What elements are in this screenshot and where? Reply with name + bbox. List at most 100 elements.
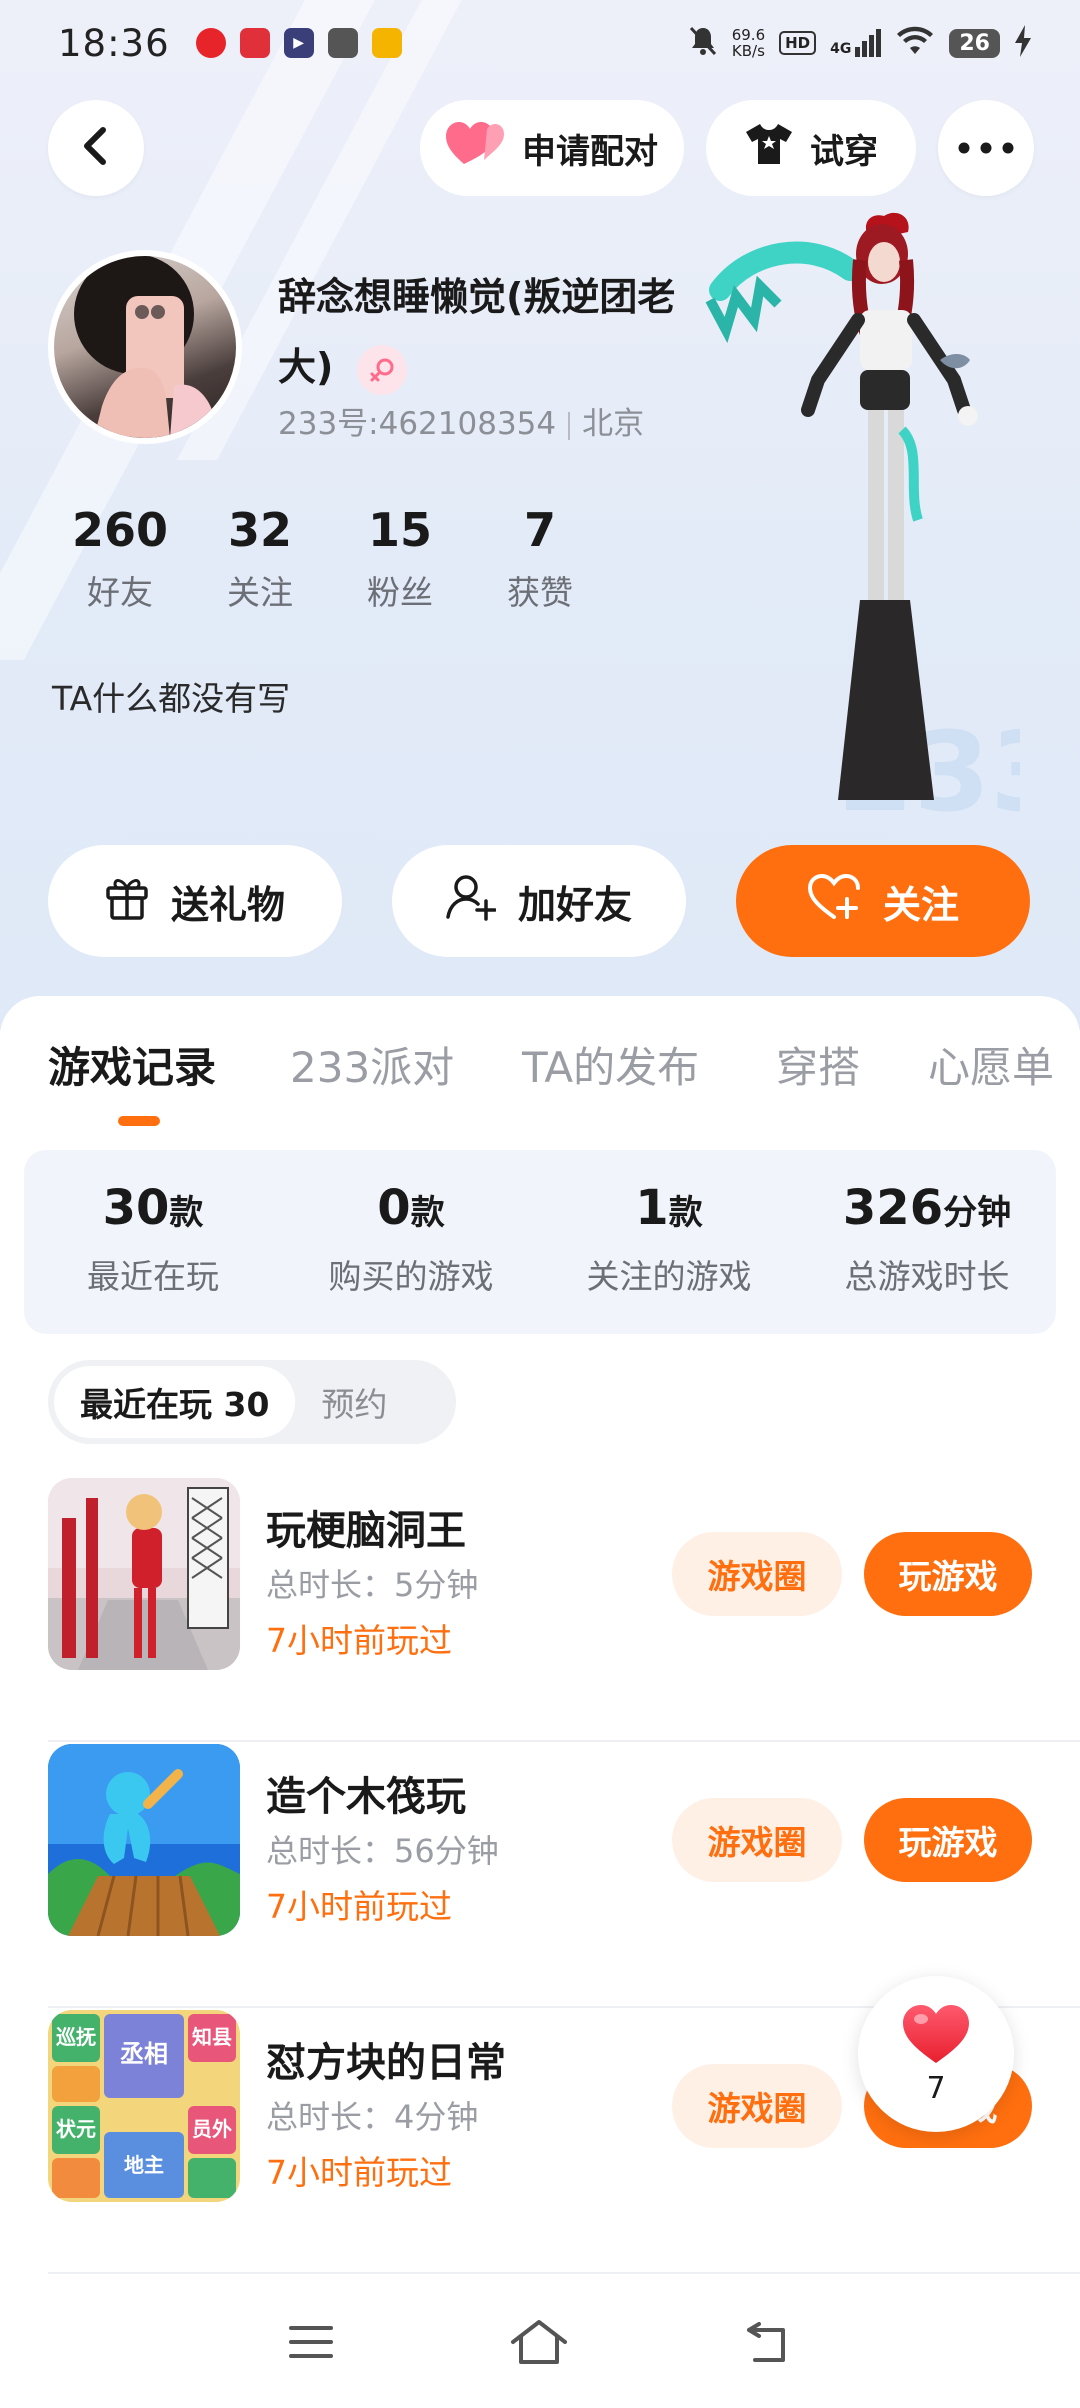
summary-unit: 分钟 (943, 1193, 1012, 1233)
game-list: 玩梗脑洞王 总时长：5分钟 7小时前玩过 游戏圈 玩游戏 造个木筏玩 总时长：5… (0, 1476, 1080, 2274)
game-circle-button[interactable]: 游戏圈 (672, 2064, 842, 2148)
signal-type: 4G (830, 41, 852, 57)
follow-label: 关注 (882, 882, 959, 927)
app-notification-icon (327, 28, 358, 58)
summary-label: 关注的游戏 (586, 1257, 752, 1296)
play-game-button[interactable]: 玩游戏 (864, 1532, 1032, 1616)
summary-unit: 款 (668, 1193, 703, 1233)
summary-unit: 款 (169, 1193, 204, 1233)
tile-label: 巡抚 (56, 2025, 96, 2049)
network-speed-unit: KB/s (731, 42, 765, 60)
hearts-icon (446, 120, 506, 177)
add-user-icon (446, 873, 497, 930)
stat-following[interactable]: 32 关注 (190, 500, 330, 614)
summary-purchased: 0款购买的游戏 (282, 1150, 540, 1334)
divider (568, 411, 571, 440)
profile-actions: 送礼物 加好友 关注 (48, 845, 1030, 957)
game-last-played: 7小时前玩过 (266, 2153, 452, 2192)
tab-outfits[interactable]: 穿搭 (776, 1034, 860, 1095)
heart-icon (901, 2003, 971, 2069)
game-circle-button[interactable]: 游戏圈 (672, 1798, 842, 1882)
gift-icon (105, 874, 149, 929)
summary-total-time: 326分钟总游戏时长 (798, 1150, 1056, 1334)
summary-recent: 30款最近在玩 (24, 1150, 282, 1334)
tile-label: 知县 (192, 2025, 232, 2049)
subtab-reserve[interactable]: 预约 (295, 1366, 413, 1438)
play-game-button[interactable]: 玩游戏 (864, 1798, 1032, 1882)
more-dots-icon (958, 139, 1014, 158)
tab-posts[interactable]: TA的发布 (522, 1034, 699, 1095)
summary-value: 1 (635, 1180, 669, 1236)
back-arrow-icon (81, 126, 111, 170)
game-icon (48, 1744, 240, 1936)
menu-icon[interactable] (287, 2322, 335, 2366)
charging-icon (1014, 25, 1032, 61)
game-last-played: 7小时前玩过 (266, 1887, 452, 1926)
home-icon[interactable] (509, 2318, 569, 2370)
avatar-character-3d[interactable]: 233 (690, 210, 1067, 840)
summary-value: 0 (377, 1180, 411, 1236)
like-count: 7 (926, 2070, 946, 2106)
heart-plus-icon (807, 873, 861, 930)
summary-label: 最近在玩 (87, 1257, 219, 1296)
follow-button[interactable]: 关注 (736, 845, 1030, 957)
game-playtime: 总时长：4分钟 (266, 2098, 479, 2136)
stat-value: 32 (227, 503, 292, 557)
stat-value: 15 (367, 503, 432, 557)
tile-label: 地主 (124, 2153, 164, 2177)
stat-likes[interactable]: 7 获赞 (470, 500, 610, 614)
game-playtime: 总时长：5分钟 (266, 1566, 479, 1604)
content-sheet: 游戏记录 233派对 TA的发布 穿搭 心愿单 30款 最近在玩 0款 购买的游戏 … (0, 996, 1080, 2408)
stat-label: 关注 (227, 573, 293, 612)
list-item[interactable]: 玩梗脑洞王 总时长：5分钟 7小时前玩过 游戏圈 玩游戏 (48, 1476, 1080, 1742)
list-item[interactable]: 造个木筏玩 总时长：56分钟 7小时前玩过 游戏圈 玩游戏 (48, 1742, 1080, 2008)
summary-value: 30 (102, 1180, 170, 1236)
add-friend-label: 加好友 (517, 882, 632, 927)
stat-fans[interactable]: 15 粉丝 (330, 500, 470, 614)
clock: 18:36 (58, 21, 170, 65)
hd-badge: HD (779, 31, 817, 55)
app-notification-icon (239, 28, 270, 58)
send-gift-button[interactable]: 送礼物 (48, 845, 342, 957)
add-friend-button[interactable]: 加好友 (392, 845, 686, 957)
more-options-button[interactable] (938, 100, 1034, 196)
system-nav-bar (0, 2280, 1080, 2408)
subtab-recent[interactable]: 最近在玩 30 (54, 1366, 296, 1438)
floating-like-button[interactable]: 7 (858, 1976, 1014, 2132)
tile-label: 状元 (56, 2117, 96, 2141)
summary-followed: 1款关注的游戏 (540, 1150, 798, 1334)
avatar[interactable] (48, 250, 242, 444)
app-notification-icon (195, 28, 226, 58)
game-circle-button[interactable]: 游戏圈 (672, 1532, 842, 1616)
game-title: 造个木筏玩 (266, 1774, 466, 1820)
summary-label: 总游戏时长 (844, 1257, 1010, 1296)
game-title: 玩梗脑洞王 (266, 1508, 466, 1554)
back-icon[interactable] (743, 2320, 793, 2368)
status-bar: 18:36 ▶ 69.6 KB/s HD 4G 26 (0, 0, 1080, 86)
user-bio: TA什么都没有写 (52, 679, 291, 718)
tab-game-records[interactable]: 游戏记录 (48, 1034, 216, 1095)
back-button[interactable] (48, 100, 144, 196)
user-name-text: 辞念想睡懒觉(叛逆团老大) (278, 275, 676, 389)
profile-stats: 260 好友 32 关注 15 粉丝 7 获赞 (50, 500, 610, 614)
game-icon: 巡抚 丞相 知县 状元 员外 地主 (48, 2010, 240, 2202)
stat-value: 260 (71, 503, 169, 557)
summary-unit: 款 (410, 1193, 445, 1233)
battery-indicator: 26 (949, 28, 1000, 58)
wifi-icon (895, 26, 935, 60)
tab-wishlist[interactable]: 心愿单 (928, 1034, 1054, 1095)
user-name: 辞念想睡懒觉(叛逆团老大) (278, 262, 728, 402)
tab-indicator (118, 1116, 160, 1126)
try-on-button[interactable]: 试穿 (706, 100, 916, 196)
profile-header: 18:36 ▶ 69.6 KB/s HD 4G 26 申请配对 试穿 辞念想睡懒… (0, 0, 1080, 1030)
stat-friends[interactable]: 260 好友 (50, 500, 190, 614)
summary-label: 购买的游戏 (328, 1257, 494, 1296)
stat-value: 7 (523, 503, 556, 557)
match-request-label: 申请配对 (522, 131, 658, 172)
match-request-button[interactable]: 申请配对 (420, 100, 684, 196)
try-on-label: 试穿 (810, 131, 878, 172)
summary-value: 326 (842, 1180, 944, 1236)
tab-233-party[interactable]: 233派对 (290, 1034, 454, 1095)
game-last-played: 7小时前玩过 (266, 1621, 452, 1660)
female-gender-icon (356, 344, 407, 395)
